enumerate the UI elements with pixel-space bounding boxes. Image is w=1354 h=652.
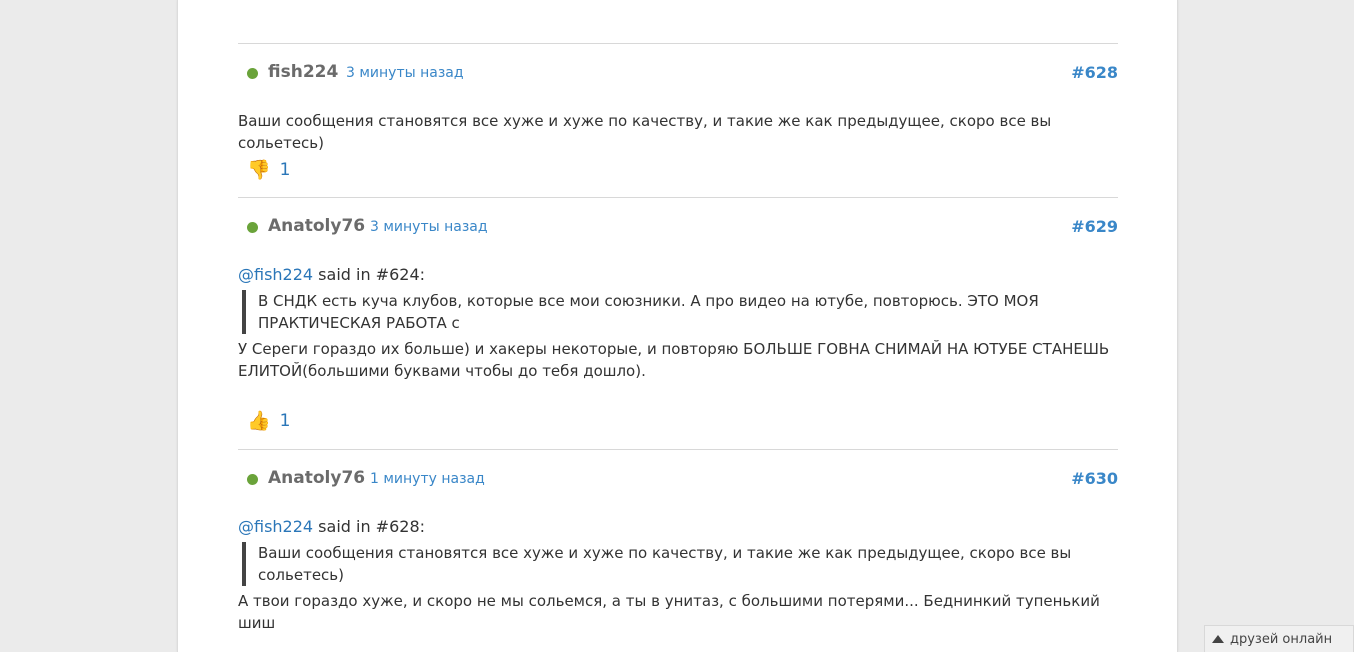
post-628: fish224 3 минуты назад #628 Ваши сообщен…	[238, 43, 1118, 181]
online-status-icon	[247, 68, 258, 79]
friends-online-bar[interactable]: друзей онлайн	[1204, 625, 1354, 652]
quote-source: @fish224 said in #624:	[238, 264, 1118, 286]
vote-count[interactable]: 1	[280, 160, 291, 180]
quote-source: @fish224 said in #628:	[238, 516, 1118, 538]
friends-online-label[interactable]: друзей онлайн	[1230, 632, 1332, 647]
post-header: Anatoly76 3 минуты назад #629	[238, 198, 1118, 258]
post-body: У Сереги гораздо их больше) и хакеры нек…	[238, 340, 1110, 380]
post-header: Anatoly76 1 минуту назад #630	[238, 450, 1118, 510]
post-number[interactable]: #630	[1071, 469, 1118, 488]
post-author[interactable]: Anatoly76	[268, 468, 365, 488]
post-630: Anatoly76 1 минуту назад #630 @fish224 s…	[238, 449, 1118, 634]
thumbs-up-icon[interactable]: 👍	[247, 409, 271, 433]
thumbs-down-icon[interactable]: 👎	[247, 158, 271, 182]
post-number[interactable]: #628	[1071, 63, 1118, 82]
post-number[interactable]: #629	[1071, 217, 1118, 236]
post-timestamp[interactable]: 1 минуту назад	[370, 471, 485, 487]
online-status-icon	[247, 222, 258, 233]
online-status-icon	[247, 474, 258, 485]
vote-block[interactable]: 👍 1	[247, 409, 291, 433]
triangle-up-icon[interactable]	[1212, 635, 1224, 643]
content-panel: fish224 3 минуты назад #628 Ваши сообщен…	[177, 0, 1178, 652]
vote-count[interactable]: 1	[280, 411, 291, 431]
mention-link[interactable]: @fish224	[238, 517, 313, 536]
post-body: Ваши сообщения становятся все хуже и хуж…	[238, 112, 1052, 152]
post-timestamp[interactable]: 3 минуты назад	[346, 65, 464, 81]
post-header: fish224 3 минуты назад #628	[238, 44, 1118, 104]
vote-block[interactable]: 👎 1	[247, 158, 291, 182]
blockquote: В СНДК есть куча клубов, которые все мои…	[242, 290, 1118, 334]
post-body: А твои гораздо хуже, и скоро не мы солье…	[238, 592, 1100, 632]
said-in-label: said in #624:	[313, 265, 426, 284]
mention-link[interactable]: @fish224	[238, 265, 313, 284]
said-in-label: said in #628:	[313, 517, 426, 536]
post-author[interactable]: fish224	[268, 62, 338, 82]
post-author[interactable]: Anatoly76	[268, 216, 365, 236]
blockquote: Ваши сообщения становятся все хуже и хуж…	[242, 542, 1118, 586]
post-timestamp[interactable]: 3 минуты назад	[370, 219, 488, 235]
post-629: Anatoly76 3 минуты назад #629 @fish224 s…	[238, 197, 1118, 432]
